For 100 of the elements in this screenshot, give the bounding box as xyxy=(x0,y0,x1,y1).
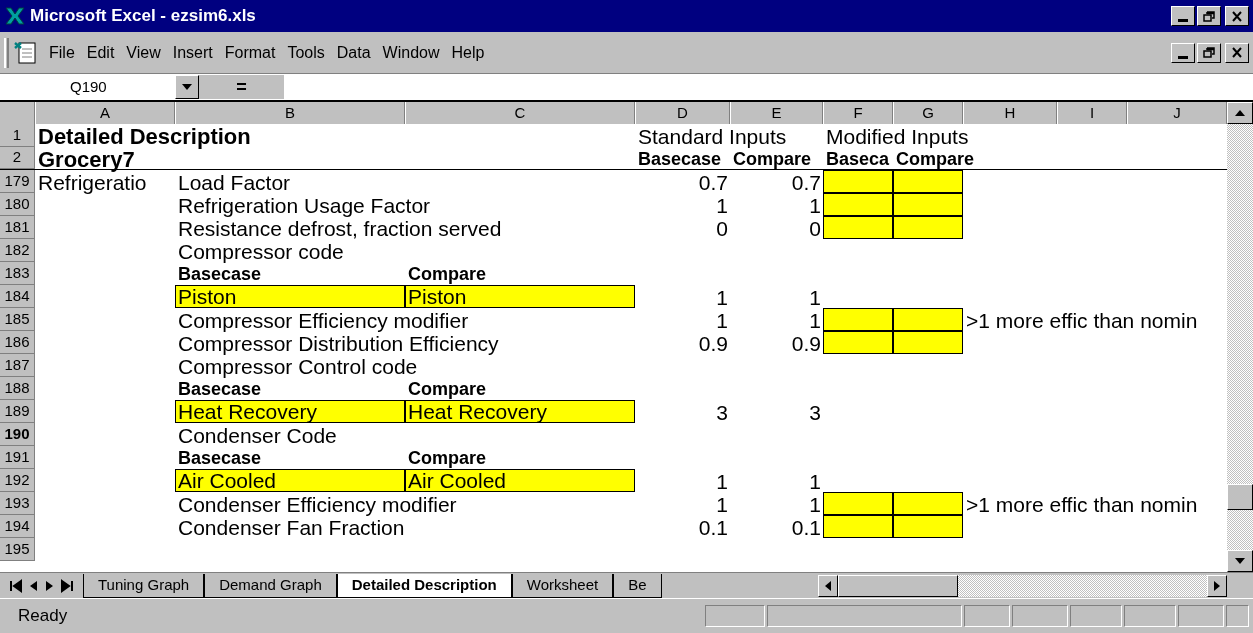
menu-item[interactable]: View xyxy=(120,40,167,65)
menu-item[interactable]: Window xyxy=(376,40,446,65)
number-cell: 0 xyxy=(716,216,728,239)
number-cell: 1 xyxy=(809,469,821,492)
column-header[interactable]: I xyxy=(1057,102,1127,124)
number-cell: 1 xyxy=(716,492,728,515)
number-cell: 1 xyxy=(809,492,821,515)
scroll-thumb[interactable] xyxy=(838,574,958,597)
number-cell: 3 xyxy=(809,400,821,423)
row-header[interactable]: 2 xyxy=(0,147,35,169)
cell-text: Basecase xyxy=(638,148,722,170)
close-icon xyxy=(1231,47,1243,58)
cell-text: >1 more effic than nomin xyxy=(966,492,1198,515)
vertical-scrollbar[interactable] xyxy=(1227,102,1253,572)
row-header[interactable]: 184 xyxy=(0,285,35,308)
row-header[interactable]: 179 xyxy=(0,170,35,193)
menu-item[interactable]: Help xyxy=(445,40,491,65)
close-button[interactable] xyxy=(1225,6,1249,26)
row-header[interactable]: 191 xyxy=(0,446,35,469)
minimize-button[interactable] xyxy=(1171,6,1195,26)
number-cell: 0.9 xyxy=(698,331,728,354)
restore-button[interactable] xyxy=(1197,6,1221,26)
row-header[interactable]: 185 xyxy=(0,308,35,331)
number-cell: 1 xyxy=(809,308,821,331)
number-cell: 0.9 xyxy=(791,331,821,354)
status-pane xyxy=(1178,605,1224,627)
column-header[interactable]: E xyxy=(730,102,823,124)
column-header[interactable]: F xyxy=(823,102,893,124)
input-cell[interactable]: Air Cooled xyxy=(175,469,405,492)
row-header[interactable]: 193 xyxy=(0,492,35,515)
first-sheet-icon[interactable] xyxy=(8,578,24,593)
cell-text: Refrigeration Usage Factor xyxy=(178,193,431,216)
scroll-thumb[interactable] xyxy=(1227,484,1253,510)
cell-text: Condenser Code xyxy=(178,423,337,446)
cell-text: Baseca xyxy=(826,148,890,170)
horizontal-scrollbar[interactable] xyxy=(818,574,1227,597)
minimize-button[interactable] xyxy=(1171,42,1195,63)
sheet-tab[interactable]: Worksheet xyxy=(511,573,614,598)
menu-item[interactable]: Format xyxy=(218,40,282,65)
menu-item[interactable]: Edit xyxy=(80,40,121,65)
arrow-left-icon xyxy=(825,580,831,591)
row-header[interactable]: 181 xyxy=(0,216,35,239)
scroll-left-button[interactable] xyxy=(818,574,838,597)
scroll-down-button[interactable] xyxy=(1227,550,1253,572)
close-icon xyxy=(1231,10,1243,22)
column-header[interactable]: J xyxy=(1127,102,1227,124)
row-header[interactable]: 194 xyxy=(0,515,35,538)
workbook-icon[interactable] xyxy=(13,39,39,66)
row-header[interactable]: 195 xyxy=(0,538,35,561)
equals-sign[interactable]: = xyxy=(236,73,247,101)
row-header[interactable]: 1 xyxy=(0,124,35,147)
row-header[interactable]: 189 xyxy=(0,400,35,423)
status-pane xyxy=(1226,605,1249,627)
column-header[interactable]: B xyxy=(175,102,405,124)
cell-text: Compressor Control code xyxy=(178,355,418,377)
input-cell[interactable]: Piston xyxy=(175,285,405,308)
column-header[interactable]: D xyxy=(635,102,730,124)
column-header[interactable]: G xyxy=(893,102,963,124)
menu-item[interactable]: Tools xyxy=(281,40,331,65)
sheet-tab[interactable]: Detailed Description xyxy=(336,573,512,598)
row-header[interactable]: 190 xyxy=(0,423,35,446)
row-header[interactable]: 192 xyxy=(0,469,35,492)
cell-text: Grocery7 xyxy=(38,147,135,170)
window-title: Microsoft Excel - ezsim6.xls xyxy=(30,5,256,28)
row-header[interactable]: 187 xyxy=(0,354,35,377)
sheet-tab[interactable]: Be xyxy=(613,573,662,598)
last-sheet-icon[interactable] xyxy=(59,578,75,593)
menu-item[interactable]: Insert xyxy=(166,40,219,65)
dropdown-button[interactable] xyxy=(175,75,199,99)
row-header[interactable]: 183 xyxy=(0,262,35,285)
number-cell: 3 xyxy=(716,400,728,423)
arrow-right-icon xyxy=(1214,580,1220,591)
close-button[interactable] xyxy=(1225,42,1249,63)
restore-button[interactable] xyxy=(1197,42,1221,63)
row-header[interactable]: 182 xyxy=(0,239,35,262)
row-header[interactable]: 188 xyxy=(0,377,35,400)
input-cell[interactable]: Air Cooled xyxy=(405,469,635,492)
status-pane xyxy=(1124,605,1176,627)
row-header[interactable]: 180 xyxy=(0,193,35,216)
cell-text: Modified Inputs xyxy=(826,124,969,147)
cell-text: Compare xyxy=(408,378,487,400)
toolbar-grip[interactable] xyxy=(4,37,9,68)
row-header[interactable]: 186 xyxy=(0,331,35,354)
number-cell: 0 xyxy=(809,216,821,239)
sheet-tab[interactable]: Tuning Graph xyxy=(83,573,205,598)
input-cell[interactable]: Piston xyxy=(405,285,635,308)
column-header[interactable]: A xyxy=(35,102,175,124)
scroll-up-button[interactable] xyxy=(1227,102,1253,124)
menu-item[interactable]: Data xyxy=(330,40,377,65)
column-header[interactable]: C xyxy=(405,102,635,124)
minimize-icon xyxy=(1178,55,1188,59)
column-header[interactable]: H xyxy=(963,102,1057,124)
scroll-right-button[interactable] xyxy=(1207,574,1227,597)
menu-item[interactable]: File xyxy=(43,40,81,65)
cell-text: Compressor Efficiency modifier xyxy=(178,308,469,331)
number-cell: 0.1 xyxy=(791,515,821,538)
cell-text: >1 more effic than nomin xyxy=(966,308,1198,331)
cell-text: Resistance defrost, fraction served xyxy=(178,217,502,239)
number-cell: 0.1 xyxy=(698,515,728,538)
sheet-tab[interactable]: Demand Graph xyxy=(204,573,337,598)
